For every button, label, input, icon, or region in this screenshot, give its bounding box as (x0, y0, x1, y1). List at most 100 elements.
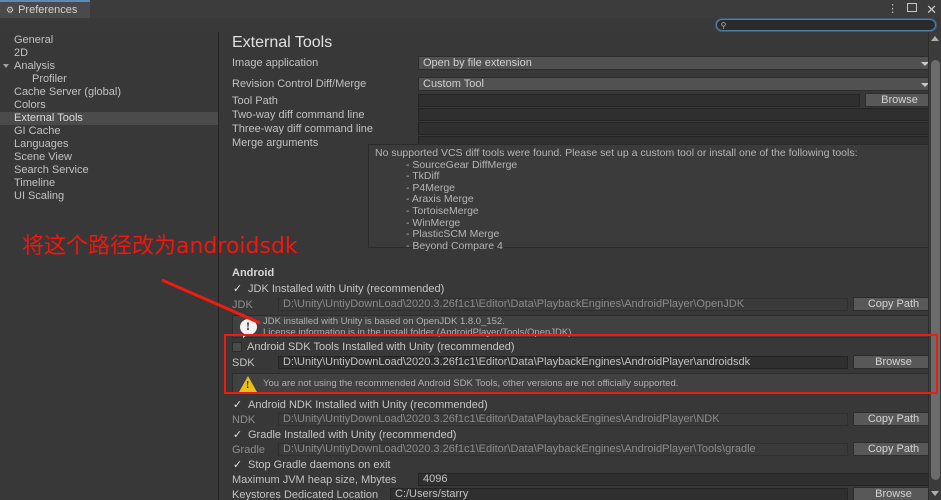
image-application-dropdown[interactable]: Open by file extension (418, 56, 934, 70)
annotation-text: 将这个路径改为androidsdk (22, 234, 298, 259)
vcs-tool-item: - SourceGear DiffMerge (406, 158, 518, 171)
search-input[interactable] (729, 19, 919, 31)
sidebar-item-languages[interactable]: Languages (0, 138, 218, 151)
sidebar-item-label: Colors (14, 99, 46, 111)
sidebar-item-label: Cache Server (global) (14, 86, 121, 98)
revision-control-value: Custom Tool (423, 78, 484, 90)
scrollbar-thumb[interactable] (931, 60, 940, 480)
sidebar-item-label: Analysis (14, 60, 55, 72)
merge-arguments-label: Merge arguments (232, 137, 319, 149)
image-application-value: Open by file extension (423, 57, 532, 69)
keystores-input[interactable]: C:/Users/starry (390, 488, 848, 500)
scroll-down-icon[interactable] (931, 491, 939, 496)
vertical-scrollbar[interactable] (928, 32, 941, 500)
keystores-browse-button[interactable]: Browse (853, 487, 934, 500)
row-jdk-path: JDK D:\Unity\UntiyDownLoad\2020.3.26f1c1… (220, 297, 941, 313)
search-box[interactable]: ⚲ (716, 19, 936, 31)
preferences-window: ⚙ Preferences ⋮ ✕ ⚲ General 2D Analysis … (0, 0, 941, 500)
sidebar-item-colors[interactable]: Colors (0, 99, 218, 112)
sidebar-item-search-service[interactable]: Search Service (0, 164, 218, 177)
tool-path-input[interactable] (418, 94, 860, 107)
sidebar-item-gi-cache[interactable]: GI Cache (0, 125, 218, 138)
more-vertical-icon[interactable]: ⋮ (887, 3, 898, 15)
sidebar-item-label: GI Cache (14, 125, 61, 137)
jdk-copy-path-button[interactable]: Copy Path (853, 297, 934, 311)
ndk-installed-checkbox[interactable]: ✓ Android NDK Installed with Unity (reco… (232, 399, 488, 411)
sidebar-item-profiler[interactable]: Profiler (0, 73, 218, 86)
two-way-diff-label: Two-way diff command line (232, 109, 365, 121)
chevron-down-icon[interactable] (3, 64, 9, 68)
jvm-heap-input[interactable]: 4096 (418, 473, 934, 486)
row-revision-control: Revision Control Diff/Merge Custom Tool (220, 77, 941, 92)
sidebar-item-general[interactable]: General (0, 34, 218, 47)
gradle-copy-path-button[interactable]: Copy Path (853, 442, 934, 456)
maximize-icon[interactable] (907, 3, 918, 15)
sidebar-item-ui-scaling[interactable]: UI Scaling (0, 190, 218, 203)
gradle-installed-checkbox[interactable]: ✓ Gradle Installed with Unity (recommend… (232, 428, 457, 441)
tab-preferences[interactable]: ⚙ Preferences (0, 0, 90, 18)
checkbox-unchecked-icon (232, 342, 242, 352)
sidebar-item-label: Timeline (14, 177, 56, 189)
keystores-label: Keystores Dedicated Location (232, 489, 379, 500)
sidebar-item-scene-view[interactable]: Scene View (0, 151, 218, 164)
sidebar: General 2D Analysis Profiler Cache Serve… (0, 32, 219, 500)
revision-control-dropdown[interactable]: Custom Tool (418, 77, 934, 91)
sidebar-item-label: 2D (14, 47, 29, 59)
row-ndk-path: NDK D:\Unity\UntiyDownLoad\2020.3.26f1c1… (220, 412, 941, 428)
vcs-notice-heading: No supported VCS diff tools were found. … (375, 147, 858, 159)
sdk-browse-button[interactable]: Browse (853, 355, 934, 369)
sidebar-item-label: General (14, 34, 54, 46)
sdk-installed-checkbox[interactable]: Android SDK Tools Installed with Unity (… (232, 341, 515, 353)
sidebar-item-label: Languages (14, 138, 69, 150)
ndk-checkbox-label: Android NDK Installed with Unity (recomm… (248, 399, 488, 411)
gear-icon: ⚙ (6, 4, 15, 15)
page-title: External Tools (232, 34, 333, 51)
jdk-info-box: ! JDK installed with Unity is based on O… (232, 315, 934, 338)
ndk-copy-path-button[interactable]: Copy Path (853, 412, 934, 426)
sidebar-item-timeline[interactable]: Timeline (0, 177, 218, 190)
vcs-tool-item: - Beyond Compare 4 (406, 239, 503, 252)
sdk-field-label: SDK (232, 357, 255, 369)
three-way-diff-label: Three-way diff command line (232, 123, 374, 135)
jvm-heap-label: Maximum JVM heap size, Mbytes (232, 474, 397, 486)
tool-path-label: Tool Path (232, 95, 278, 107)
sidebar-item-external-tools[interactable]: External Tools (0, 112, 218, 125)
vcs-tool-item: - TkDiff (406, 170, 440, 183)
stop-gradle-daemons-checkbox[interactable]: ✓ Stop Gradle daemons on exit (232, 458, 391, 471)
jdk-path-input: D:\Unity\UntiyDownLoad\2020.3.26f1c1\Edi… (278, 298, 848, 311)
warning-triangle-icon (233, 375, 263, 392)
vcs-notice-box: No supported VCS diff tools were found. … (368, 144, 934, 251)
tab-preferences-label: Preferences (18, 4, 78, 16)
ndk-path-input: D:\Unity\UntiyDownLoad\2020.3.26f1c1\Edi… (278, 413, 848, 426)
row-gradle-path: Gradle D:\Unity\UntiyDownLoad\2020.3.26f… (220, 442, 941, 458)
check-icon: ✓ (232, 428, 243, 441)
two-way-diff-input[interactable] (418, 108, 934, 121)
sidebar-item-analysis[interactable]: Analysis (0, 60, 218, 73)
browse-label: Browse (875, 488, 912, 500)
tool-path-browse-button[interactable]: Browse (865, 93, 934, 107)
sidebar-item-2d[interactable]: 2D (0, 47, 218, 60)
three-way-diff-input[interactable] (418, 122, 934, 135)
row-sdk-path: SDK D:\Unity\UntiyDownLoad\2020.3.26f1c1… (220, 355, 941, 371)
copy-path-label: Copy Path (867, 298, 920, 310)
search-icon: ⚲ (720, 20, 727, 30)
check-icon: ✓ (232, 398, 243, 411)
row-keystores-location: Keystores Dedicated Location C:/Users/st… (220, 487, 941, 500)
sdk-path-input[interactable]: D:\Unity\UntiyDownLoad\2020.3.26f1c1\Edi… (278, 356, 848, 369)
sidebar-item-label: Profiler (32, 73, 67, 85)
gradle-checkbox-label: Gradle Installed with Unity (recommended… (248, 429, 457, 441)
browse-label: Browse (875, 356, 912, 368)
sidebar-item-label: UI Scaling (14, 190, 65, 202)
jdk-info-text: JDK installed with Unity is based on Ope… (263, 316, 574, 338)
check-icon: ✓ (232, 458, 243, 471)
sidebar-item-label: External Tools (14, 112, 83, 124)
sidebar-item-cache-server[interactable]: Cache Server (global) (0, 86, 218, 99)
ndk-field-label: NDK (232, 414, 256, 426)
sidebar-item-label: Scene View (14, 151, 72, 163)
jdk-checkbox-label: JDK Installed with Unity (recommended) (248, 283, 445, 295)
scroll-up-icon[interactable] (931, 36, 939, 41)
title-bar: ⚙ Preferences ⋮ ✕ (0, 0, 941, 18)
copy-path-label: Copy Path (867, 443, 920, 455)
close-icon[interactable]: ✕ (926, 3, 937, 16)
stop-gradle-label: Stop Gradle daemons on exit (248, 459, 391, 471)
